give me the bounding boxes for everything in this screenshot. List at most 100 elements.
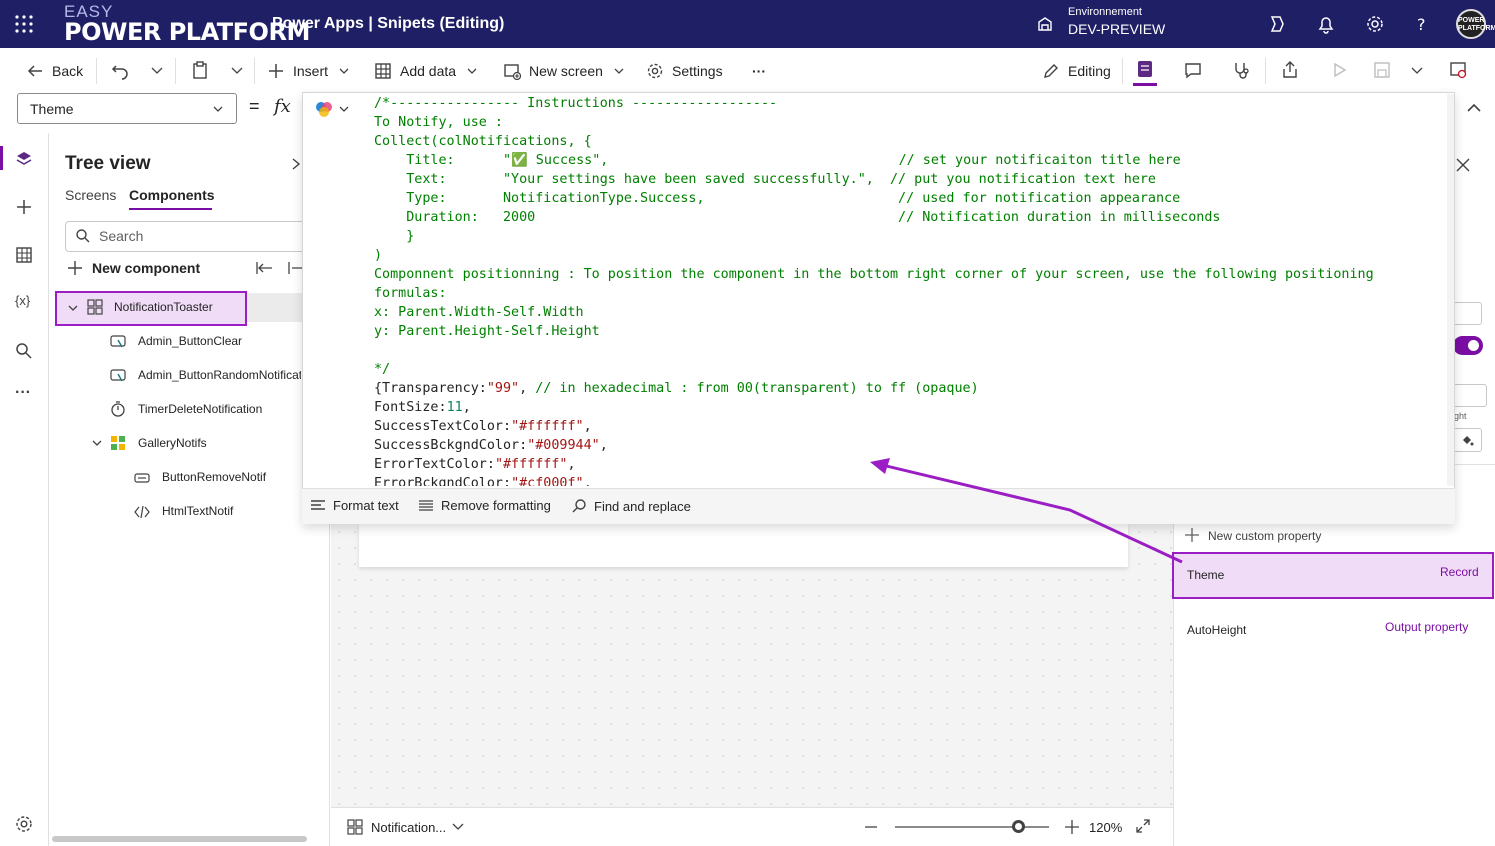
tree-view-layers-icon[interactable] [14,149,34,169]
tree-item-timerdeletenotification[interactable]: TimerDeleteNotification [138,402,262,416]
timer-icon [111,401,125,417]
chevron-down-icon [614,68,624,74]
more-options-icon[interactable]: ··· [15,384,31,402]
data-table-icon[interactable] [14,245,34,265]
chevron-down-icon[interactable] [451,821,465,833]
collapse-all-icon[interactable] [256,261,274,275]
collapse-formula-bar-chevron-up-icon[interactable] [1466,101,1482,115]
divider [254,58,255,84]
user-avatar[interactable]: POWER PLATFORM [1456,9,1495,39]
format-text-icon [311,499,325,510]
tree-item-buttonremovenotif[interactable]: ButtonRemoveNotif [162,470,266,484]
tab-screens[interactable]: Screens [65,187,116,203]
chevron-down-icon[interactable] [91,437,103,449]
new-screen-button[interactable]: New screen [503,60,633,82]
share-icon[interactable] [1280,60,1300,80]
new-screen-icon [504,64,521,80]
undo-icon[interactable] [110,60,130,80]
toggle-switch[interactable] [1453,336,1483,355]
code-line: Text: "Your settings have been saved suc… [374,172,1156,187]
search-icon[interactable] [14,341,34,361]
copilot-icon[interactable] [1266,13,1288,35]
comments-icon[interactable] [1183,60,1203,80]
plus-icon [269,64,283,78]
tree-item-htmltextnotif[interactable]: HtmlTextNotif [162,504,233,518]
zoom-slider-track[interactable] [895,826,1049,828]
editing-label: Editing [1068,63,1111,79]
insert-label: Insert [293,63,329,79]
format-text-button[interactable]: Format text [310,498,399,513]
tab-components[interactable]: Components [129,187,215,203]
environment-value[interactable]: DEV-PREVIEW [1068,21,1165,37]
component-library-icon[interactable] [1135,59,1155,79]
add-data-label: Add data [400,63,457,79]
code-line: Collect(colNotifications, { [374,134,592,149]
insert-plus-icon[interactable] [14,197,34,217]
code-line: Type: NotificationType.Success, // used … [374,191,1181,206]
chevron-down-icon[interactable] [338,103,350,115]
add-data-button[interactable]: Add data [374,60,486,82]
preview-play-icon [1334,62,1347,78]
chevron-down-icon[interactable] [67,302,79,314]
custom-property-name: Theme [1187,568,1225,582]
custom-property-name[interactable]: AutoHeight [1187,623,1246,637]
button-control-icon [110,335,126,348]
tree-item-gallerynotifs[interactable]: GalleryNotifs [138,436,207,450]
zoom-in-plus-icon[interactable] [1064,819,1080,835]
help-icon[interactable]: ? [1411,13,1433,35]
settings-button[interactable]: Settings [646,60,723,82]
property-input-partial[interactable] [1453,384,1487,407]
divider [175,58,176,84]
paste-dropdown-chevron-icon[interactable] [230,64,244,78]
table-icon [375,63,391,79]
property-input-partial[interactable] [1453,302,1482,325]
settings-gear-icon[interactable] [14,814,34,834]
undo-dropdown-chevron-icon[interactable] [150,64,164,78]
pencil-icon [1044,64,1058,78]
code-line: To Notify, use : [374,115,503,130]
paste-icon[interactable] [190,60,210,80]
zoom-out-minus-icon[interactable] [863,819,879,835]
variables-icon[interactable]: {x} [15,293,30,308]
app-launcher-icon[interactable] [14,14,34,34]
button-control-icon [110,369,126,382]
save-icon [1374,62,1390,78]
more-commands-button[interactable]: ··· [752,60,766,82]
custom-property-type: Record [1440,565,1479,579]
search-icon [76,229,90,243]
collapse-panel-chevron-icon[interactable] [290,157,302,171]
fit-to-window-expand-icon[interactable] [1135,818,1151,834]
fx-label: fx [274,96,291,117]
search-placeholder: Search [99,228,144,244]
remove-formatting-button[interactable]: Remove formatting [418,498,551,513]
notifications-bell-icon[interactable] [1315,13,1337,35]
tree-horizontal-scrollbar[interactable] [52,836,307,842]
app-checker-stethoscope-icon[interactable] [1231,60,1251,80]
screen-selector[interactable]: Notification... [371,820,446,835]
rail-selection-indicator [0,146,3,170]
code-line: {Transparency:"99", // in hexadecimal : … [374,381,979,396]
settings-label: Settings [672,63,723,79]
copilot-icon[interactable] [314,99,334,119]
environment-label: Environnement [1068,6,1142,18]
tab-active-underline [129,208,212,210]
new-component-button[interactable]: New component [92,260,200,276]
save-dropdown-chevron-icon[interactable] [1410,64,1424,78]
settings-gear-icon[interactable] [1364,13,1386,35]
expand-all-icon[interactable] [288,261,302,275]
editor-scrollbar[interactable] [1447,94,1454,486]
insert-button[interactable]: Insert [267,60,358,82]
code-line: Title: "✅ Success", // set your notifica… [374,153,1181,168]
partial-property-label: ght [1454,411,1467,421]
back-button[interactable]: Back [26,60,83,82]
close-icon[interactable] [1455,157,1471,173]
publish-icon[interactable] [1448,60,1468,80]
fill-color-picker[interactable] [1453,428,1482,452]
tree-item-admin-buttonrandomnotification[interactable]: Admin_ButtonRandomNotification [138,368,301,382]
new-custom-property-button[interactable]: New custom property [1208,529,1321,543]
editing-mode-button[interactable]: Editing [1042,60,1111,82]
find-and-replace-button[interactable]: Find and replace [571,498,691,514]
property-dropdown[interactable]: Theme [17,93,237,124]
formula-code[interactable]: /*---------------- Instructions --------… [374,94,1444,486]
tree-item-admin-buttonclear[interactable]: Admin_ButtonClear [138,334,242,348]
